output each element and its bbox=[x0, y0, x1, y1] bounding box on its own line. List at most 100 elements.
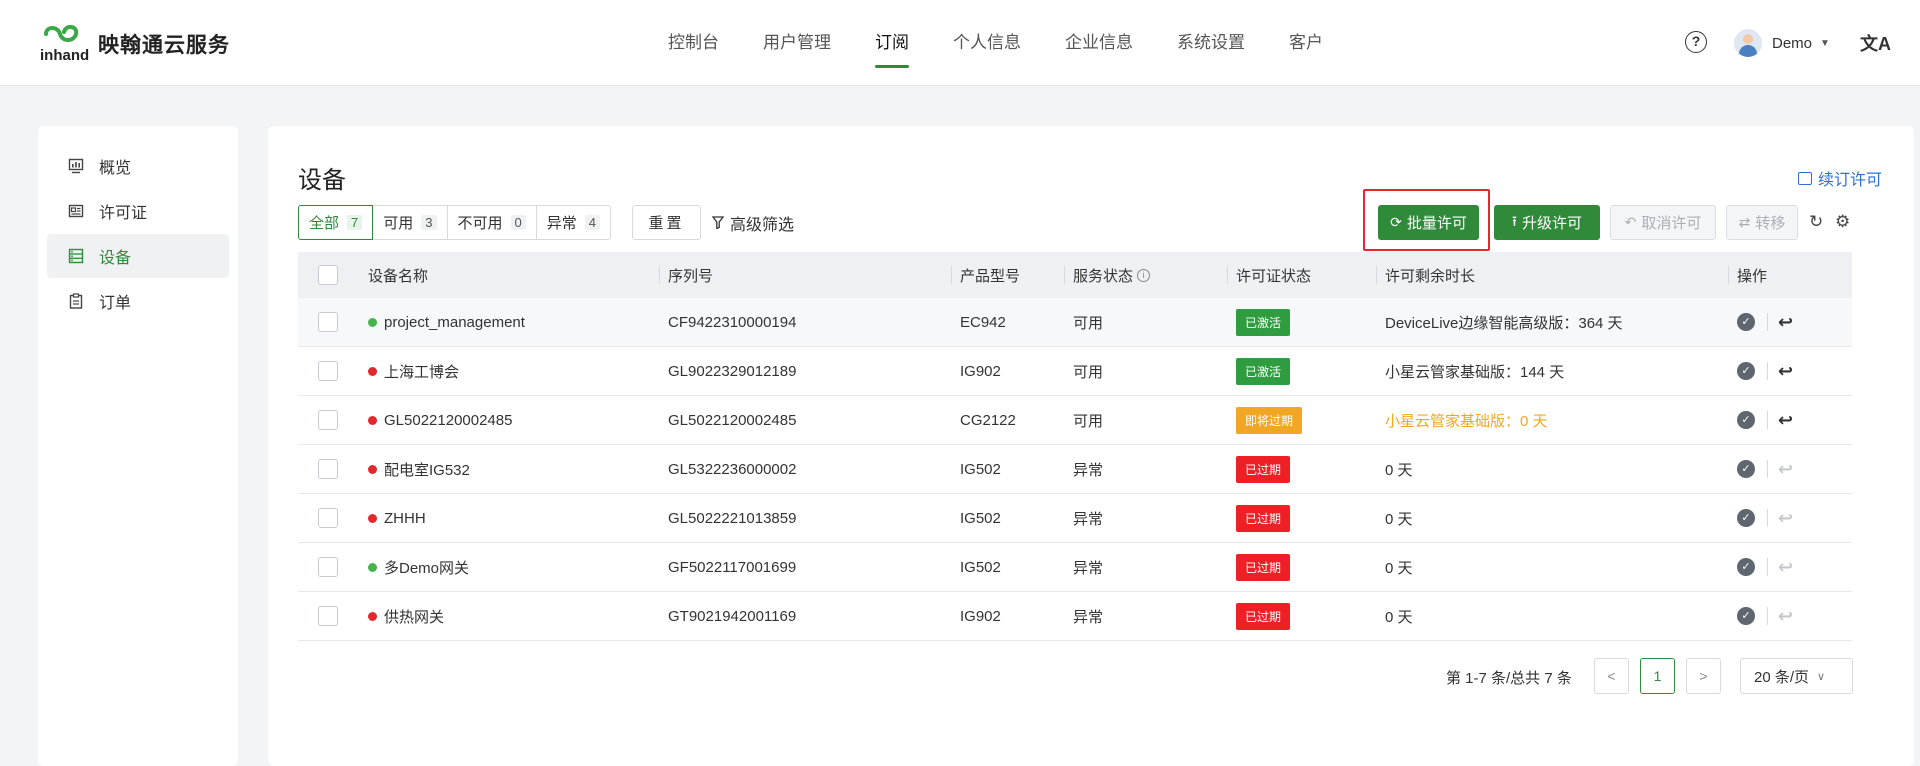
nav-subscription[interactable]: 订阅 bbox=[875, 0, 909, 86]
license-remaining: 小星云管家基础版：0 天 bbox=[1385, 412, 1548, 430]
license-remaining-cell: 0 天 bbox=[1377, 445, 1729, 493]
avatar bbox=[1734, 29, 1762, 57]
reload-icon[interactable]: ↻ bbox=[1809, 212, 1823, 232]
select-all-checkbox[interactable] bbox=[318, 265, 338, 285]
device-name[interactable]: project_management bbox=[384, 314, 525, 331]
table-row[interactable]: 多Demo网关 GF5022117001699 IG502 异常 已过期 0 天 ✓ ↩ bbox=[298, 543, 1852, 592]
device-name[interactable]: GL5022120002485 bbox=[384, 412, 512, 429]
nav-console[interactable]: 控制台 bbox=[668, 0, 719, 86]
revoke-license-icon[interactable]: ↩ bbox=[1778, 607, 1793, 625]
online-status-dot bbox=[368, 513, 377, 523]
serial-number-cell: GL5322236000002 bbox=[660, 445, 952, 493]
sidebar-item-orders[interactable]: 订单 bbox=[47, 279, 229, 323]
header-license-remaining[interactable]: 许可剩余时长 bbox=[1377, 252, 1729, 298]
nav-user-management[interactable]: 用户管理 bbox=[763, 0, 831, 86]
license-remaining: 0 天 bbox=[1385, 461, 1413, 479]
row-checkbox[interactable] bbox=[318, 459, 338, 479]
license-remaining-cell: 0 天 bbox=[1377, 494, 1729, 542]
service-status-cell: 可用 bbox=[1065, 298, 1228, 346]
revoke-license-icon[interactable]: ↩ bbox=[1778, 313, 1793, 331]
service-status: 异常 bbox=[1073, 559, 1104, 577]
check-circle-icon[interactable]: ✓ bbox=[1737, 460, 1755, 478]
license-status-badge: 已过期 bbox=[1236, 553, 1291, 581]
nav-personal-info[interactable]: 个人信息 bbox=[953, 0, 1021, 86]
cancel-license-button[interactable]: ↶ 取消许可 bbox=[1610, 205, 1716, 240]
prev-page-button[interactable]: < bbox=[1594, 658, 1629, 694]
header-label: 服务状态 bbox=[1073, 267, 1134, 285]
row-checkbox[interactable] bbox=[318, 410, 338, 430]
header-label: 许可剩余时长 bbox=[1385, 267, 1476, 285]
sidebar-item-label: 订单 bbox=[99, 295, 132, 312]
table-row[interactable]: project_management CF9422310000194 EC942 可用… bbox=[298, 298, 1852, 347]
filter-available[interactable]: 可用 3 bbox=[372, 205, 448, 240]
page-number-button[interactable]: 1 bbox=[1640, 658, 1675, 694]
sidebar-item-licenses[interactable]: 许可证 bbox=[47, 189, 229, 233]
table-row[interactable]: 供热网关 GT9021942001169 IG902 异常 已过期 0 天 ✓ ↩ bbox=[298, 592, 1852, 641]
user-menu[interactable]: Demo ▼ bbox=[1734, 26, 1830, 60]
row-checkbox[interactable] bbox=[318, 361, 338, 381]
check-circle-icon[interactable]: ✓ bbox=[1737, 558, 1755, 576]
advanced-filter-button[interactable]: 高级筛选 bbox=[712, 205, 794, 240]
service-status: 异常 bbox=[1073, 461, 1104, 479]
license-status-badge: 已激活 bbox=[1236, 308, 1291, 336]
divider bbox=[1767, 313, 1768, 331]
table-row[interactable]: GL5022120002485 GL5022120002485 CG2122 可用 即将… bbox=[298, 396, 1852, 445]
revoke-license-icon[interactable]: ↩ bbox=[1778, 460, 1793, 478]
serial-number-cell: GL5022221013859 bbox=[660, 494, 952, 542]
table-row[interactable]: ZHHH GL5022221013859 IG502 异常 已过期 0 天 ✓ ↩ bbox=[298, 494, 1852, 543]
revoke-license-icon[interactable]: ↩ bbox=[1778, 362, 1793, 380]
header-license-status[interactable]: 许可证状态 bbox=[1228, 252, 1377, 298]
device-name[interactable]: ZHHH bbox=[384, 510, 426, 527]
check-circle-icon[interactable]: ✓ bbox=[1737, 509, 1755, 527]
filter-unavailable[interactable]: 不可用 0 bbox=[446, 205, 537, 240]
translate-icon[interactable]: 文A bbox=[1860, 30, 1891, 56]
operations-cell: ✓ ↩ bbox=[1729, 396, 1842, 444]
header-product-model[interactable]: 产品型号 bbox=[952, 252, 1065, 298]
check-circle-icon[interactable]: ✓ bbox=[1737, 607, 1755, 625]
row-checkbox[interactable] bbox=[318, 606, 338, 626]
help-icon[interactable]: ? bbox=[1685, 31, 1707, 53]
revoke-license-icon[interactable]: ↩ bbox=[1778, 411, 1793, 429]
sidebar-item-overview[interactable]: 概览 bbox=[47, 144, 229, 188]
device-name[interactable]: 上海工博会 bbox=[384, 361, 459, 382]
device-name[interactable]: 多Demo网关 bbox=[384, 557, 469, 578]
filter-all[interactable]: 全部 7 bbox=[298, 205, 374, 240]
renew-license-link[interactable]: 续订许可 bbox=[1797, 166, 1882, 190]
service-status: 可用 bbox=[1073, 363, 1104, 381]
device-name[interactable]: 供热网关 bbox=[384, 606, 444, 627]
header-device-name[interactable]: 设备名称 bbox=[368, 252, 660, 298]
row-checkbox[interactable] bbox=[318, 557, 338, 577]
transfer-button[interactable]: ⇄ 转移 bbox=[1726, 205, 1798, 240]
device-name[interactable]: 配电室IG532 bbox=[384, 459, 470, 480]
batch-license-button[interactable]: ⟳ 批量许可 bbox=[1378, 205, 1479, 240]
next-page-button[interactable]: > bbox=[1686, 658, 1721, 694]
table-row[interactable]: 上海工博会 GL9022329012189 IG902 可用 已激活 小星云管家基础版：1… bbox=[298, 347, 1852, 396]
check-circle-icon[interactable]: ✓ bbox=[1737, 362, 1755, 380]
reset-button[interactable]: 重置 bbox=[632, 205, 701, 240]
pagination: 第 1-7 条/总共 7 条 < 1 > 20 条/页 ∨ bbox=[268, 658, 1914, 694]
table-row[interactable]: 配电室IG532 GL5322236000002 IG502 异常 已过期 0 天 ✓ ↩ bbox=[298, 445, 1852, 494]
check-circle-icon[interactable]: ✓ bbox=[1737, 313, 1755, 331]
nav-company-info[interactable]: 企业信息 bbox=[1065, 0, 1133, 86]
license-status-badge: 已过期 bbox=[1236, 504, 1291, 532]
header-select-cell bbox=[298, 252, 368, 298]
brand-logo[interactable]: inhand 映翰通云服务 bbox=[38, 22, 230, 66]
row-checkbox[interactable] bbox=[318, 508, 338, 528]
header-service-status[interactable]: 服务状态 i bbox=[1065, 252, 1228, 298]
filter-abnormal[interactable]: 异常 4 bbox=[535, 205, 611, 240]
upgrade-license-button[interactable]: ⭱ 升级许可 bbox=[1494, 205, 1600, 240]
product-model-cell: EC942 bbox=[952, 298, 1065, 346]
page-size-select[interactable]: 20 条/页 ∨ bbox=[1740, 658, 1853, 694]
row-checkbox[interactable] bbox=[318, 312, 338, 332]
service-status: 异常 bbox=[1073, 510, 1104, 528]
nav-system-settings[interactable]: 系统设置 bbox=[1177, 0, 1245, 86]
header-serial-number[interactable]: 序列号 bbox=[660, 252, 952, 298]
revoke-license-icon[interactable]: ↩ bbox=[1778, 558, 1793, 576]
license-status-badge: 已激活 bbox=[1236, 357, 1291, 385]
check-circle-icon[interactable]: ✓ bbox=[1737, 411, 1755, 429]
sidebar-item-devices[interactable]: 设备 bbox=[47, 234, 229, 278]
info-icon[interactable]: i bbox=[1137, 268, 1151, 282]
nav-customers[interactable]: 客户 bbox=[1289, 0, 1323, 86]
revoke-license-icon[interactable]: ↩ bbox=[1778, 509, 1793, 527]
settings-gear-icon[interactable]: ⚙ bbox=[1835, 212, 1850, 232]
